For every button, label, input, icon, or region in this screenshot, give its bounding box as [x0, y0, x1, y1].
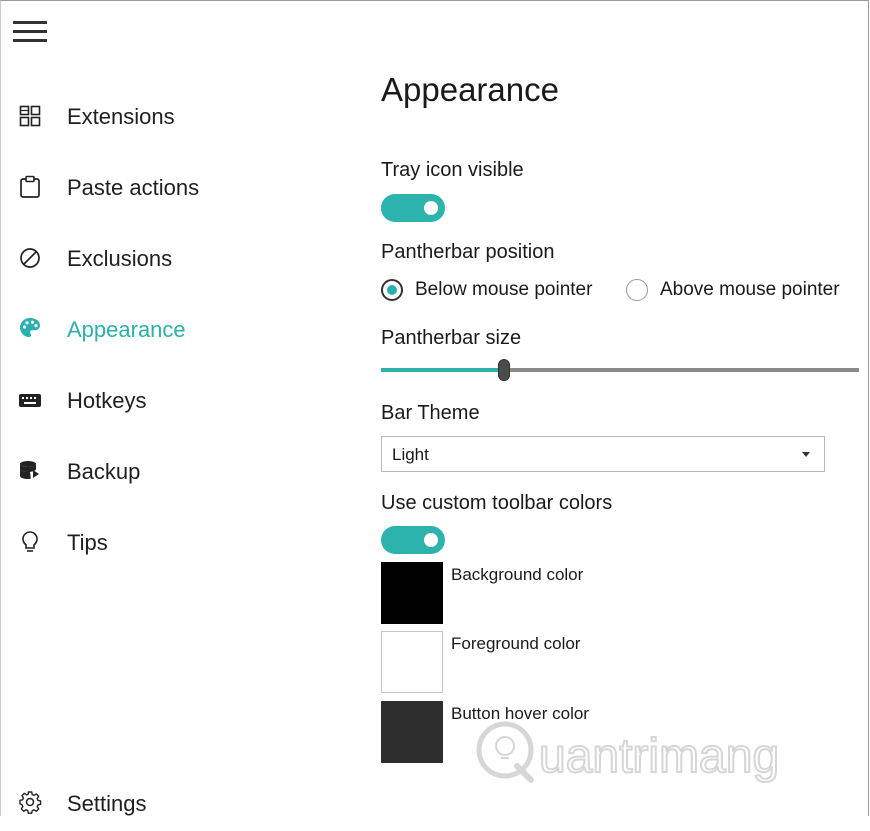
- sidebar-item-label: Settings: [67, 791, 147, 816]
- toggle-knob: [424, 201, 438, 215]
- sidebar-item-exclusions[interactable]: Exclusions: [1, 230, 301, 286]
- theme-selected-value: Light: [392, 445, 429, 464]
- radio-checked-icon: [381, 279, 403, 301]
- toggle-knob: [424, 533, 438, 547]
- app-window: Extensions Paste actions Exclusions Appe…: [0, 0, 869, 816]
- sidebar-item-settings[interactable]: Settings: [1, 775, 301, 831]
- sidebar-item-backup[interactable]: Backup: [1, 443, 301, 499]
- clipboard-icon: [18, 175, 42, 199]
- sidebar-item-paste-actions[interactable]: Paste actions: [1, 159, 301, 215]
- sidebar-item-label: Appearance: [67, 317, 186, 342]
- custom-colors-label: Use custom toolbar colors: [381, 492, 613, 514]
- background-color-swatch[interactable]: [381, 562, 443, 624]
- lightbulb-icon: [18, 530, 42, 554]
- sidebar-item-label: Extensions: [67, 104, 175, 129]
- palette-icon: [18, 316, 42, 340]
- radio-unchecked-icon: [626, 279, 648, 301]
- foreground-color-label: Foreground color: [451, 634, 581, 653]
- position-label: Pantherbar position: [381, 241, 555, 263]
- radio-label: Below mouse pointer: [415, 279, 593, 300]
- foreground-color-swatch[interactable]: [381, 631, 443, 693]
- watermark-text: uantrimang: [539, 730, 779, 783]
- size-label: Pantherbar size: [381, 327, 522, 349]
- radio-below-mouse-pointer[interactable]: Below mouse pointer: [381, 276, 592, 304]
- extensions-grid-icon: [18, 104, 42, 128]
- background-color-label: Background color: [451, 565, 584, 584]
- theme-label: Bar Theme: [381, 402, 480, 424]
- theme-dropdown[interactable]: Light: [381, 436, 825, 472]
- radio-label: Above mouse pointer: [660, 279, 840, 300]
- prohibited-icon: [18, 246, 42, 270]
- size-slider-fill: [381, 368, 501, 372]
- database-backup-icon: [18, 459, 42, 483]
- sidebar-item-appearance[interactable]: Appearance: [1, 301, 301, 357]
- size-slider-track[interactable]: [507, 368, 859, 372]
- button-hover-color-label: Button hover color: [451, 704, 589, 723]
- radio-above-mouse-pointer[interactable]: Above mouse pointer: [626, 276, 840, 304]
- sidebar-item-label: Paste actions: [67, 175, 200, 200]
- keyboard-icon: [18, 388, 42, 412]
- sidebar-item-label: Tips: [67, 530, 108, 555]
- watermark-logo: uantrimang: [471, 716, 841, 786]
- custom-colors-toggle[interactable]: [381, 526, 445, 554]
- tray-icon-toggle[interactable]: [381, 194, 445, 222]
- sidebar-item-tips[interactable]: Tips: [1, 514, 301, 570]
- button-hover-color-swatch[interactable]: [381, 701, 443, 763]
- size-slider-thumb[interactable]: [498, 359, 510, 381]
- tray-icon-label: Tray icon visible: [381, 159, 524, 181]
- gear-icon: [18, 790, 42, 814]
- hamburger-menu-icon[interactable]: [13, 21, 47, 45]
- sidebar-item-hotkeys[interactable]: Hotkeys: [1, 372, 301, 428]
- sidebar-item-label: Exclusions: [67, 246, 173, 271]
- sidebar-item-label: Backup: [67, 459, 141, 484]
- page-title: Appearance: [381, 71, 559, 108]
- chevron-down-icon: [802, 452, 810, 457]
- sidebar-item-extensions[interactable]: Extensions: [1, 88, 301, 144]
- sidebar-item-label: Hotkeys: [67, 388, 147, 413]
